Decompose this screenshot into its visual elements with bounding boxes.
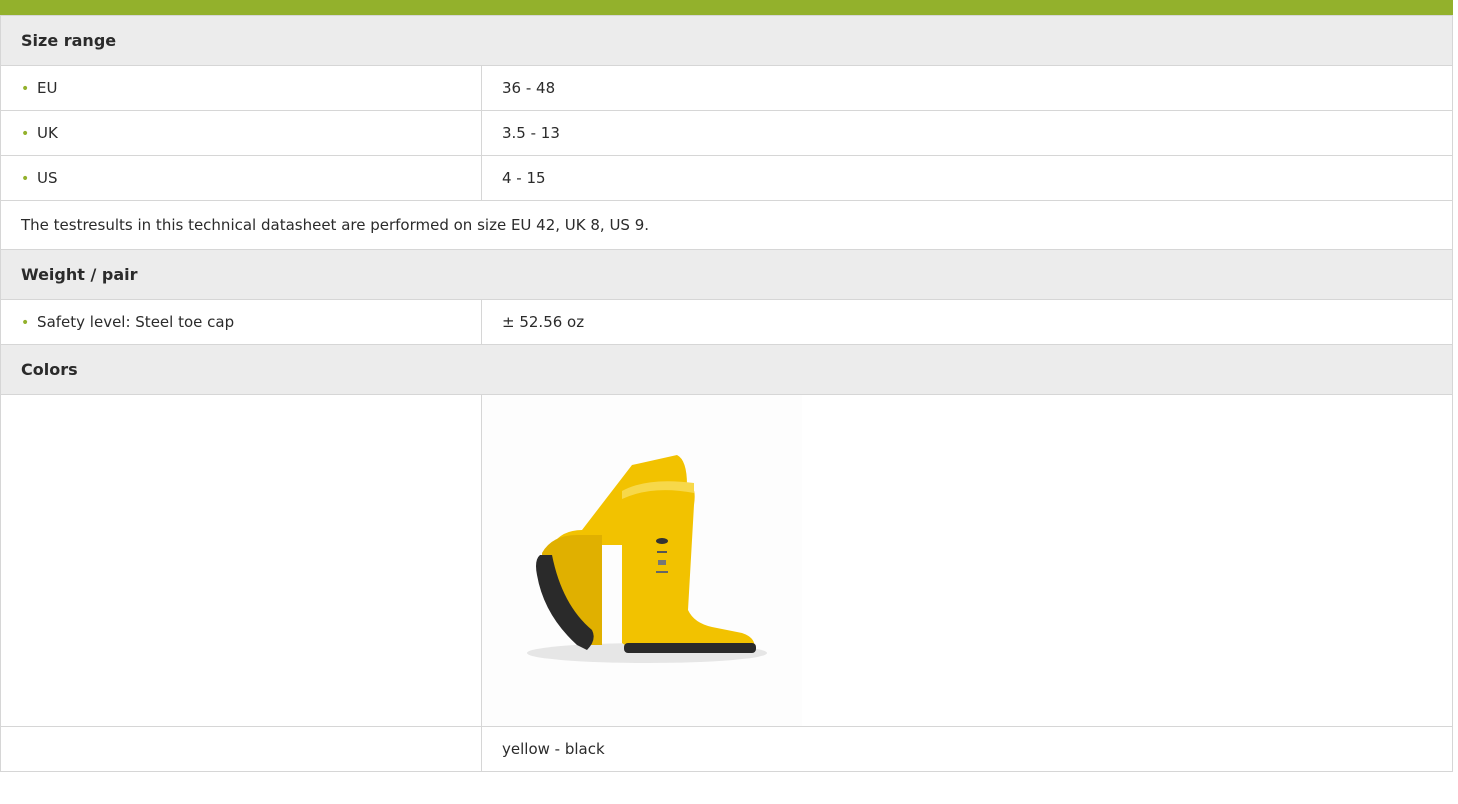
section-title: Size range: [0, 15, 1453, 66]
row-label: • US: [0, 155, 482, 201]
spec-table: Size range • EU 36 - 48 • UK 3.5 - 13 • …: [0, 15, 1453, 772]
row-value: 3.5 - 13: [481, 110, 1453, 156]
bullet-icon: •: [21, 81, 30, 97]
accent-bar: [0, 0, 1453, 15]
empty-cell: [0, 726, 482, 772]
section-header-weight: Weight / pair: [0, 249, 1453, 300]
bullet-icon: •: [21, 171, 30, 187]
table-row: • US 4 - 15: [0, 155, 1453, 201]
row-value: 4 - 15: [481, 155, 1453, 201]
color-caption-row: yellow - black: [0, 726, 1453, 772]
section-header-size-range: Size range: [0, 15, 1453, 66]
row-label: • UK: [0, 110, 482, 156]
row-value: ± 52.56 oz: [481, 299, 1453, 345]
row-label-text: US: [37, 169, 58, 187]
color-caption: yellow - black: [481, 726, 1453, 772]
row-label-text: EU: [37, 79, 58, 97]
bullet-icon: •: [21, 315, 30, 331]
color-image-row: [0, 394, 1453, 727]
table-row: • EU 36 - 48: [0, 65, 1453, 111]
size-note-row: The testresults in this technical datash…: [0, 200, 1453, 250]
row-label: • EU: [0, 65, 482, 111]
row-value: 36 - 48: [481, 65, 1453, 111]
section-header-colors: Colors: [0, 344, 1453, 395]
empty-cell: [0, 394, 482, 727]
yellow-boot-image: [482, 395, 802, 726]
section-title: Colors: [0, 344, 1453, 395]
row-label: • Safety level: Steel toe cap: [0, 299, 482, 345]
row-label-text: Safety level: Steel toe cap: [37, 313, 235, 331]
table-row: • UK 3.5 - 13: [0, 110, 1453, 156]
boot-icon: [527, 455, 767, 663]
row-label-text: UK: [37, 124, 58, 142]
size-note: The testresults in this technical datash…: [0, 200, 1453, 250]
section-title: Weight / pair: [0, 249, 1453, 300]
image-cell: [481, 394, 1453, 727]
table-row: • Safety level: Steel toe cap ± 52.56 oz: [0, 299, 1453, 345]
bullet-icon: •: [21, 126, 30, 142]
